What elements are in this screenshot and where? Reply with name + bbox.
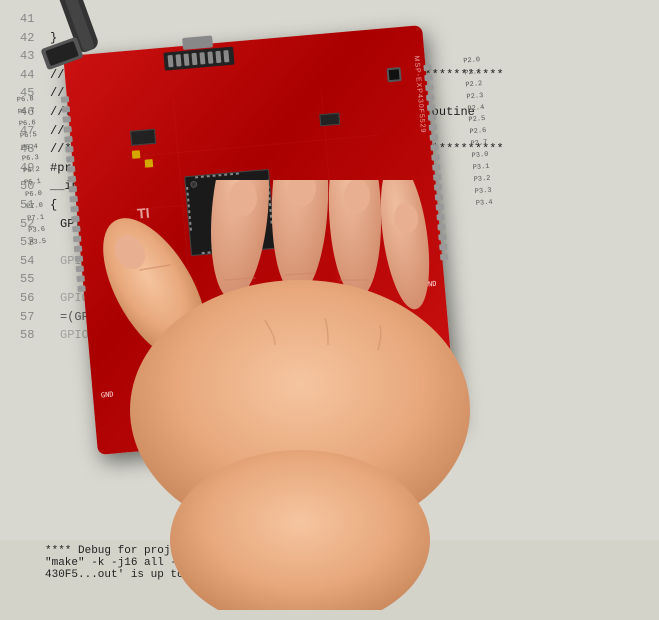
capacitor-1 <box>132 150 141 159</box>
small-chip-1 <box>130 129 156 146</box>
capacitor-2 <box>145 159 154 168</box>
hand-overlay <box>60 180 520 610</box>
usb-cable <box>15 0 178 120</box>
small-chip-2 <box>319 113 340 127</box>
button-sw1[interactable] <box>387 67 402 82</box>
